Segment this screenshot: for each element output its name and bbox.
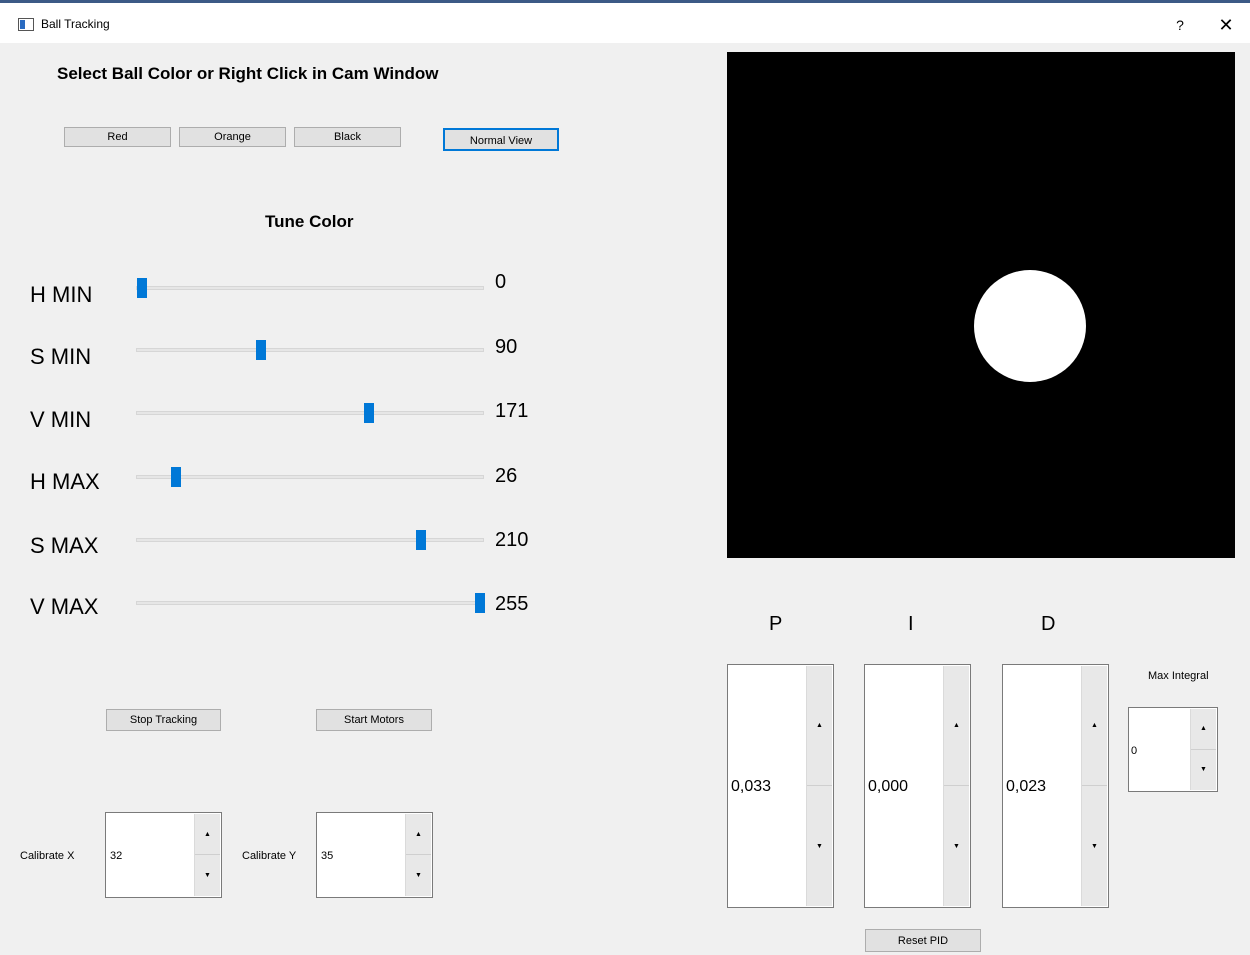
slider-handle[interactable]: [416, 530, 426, 550]
i-value[interactable]: 0,000: [868, 778, 908, 796]
p-spinbox[interactable]: 0,033 ▲ ▼: [727, 664, 834, 908]
color-select-heading: Select Ball Color or Right Click in Cam …: [57, 64, 439, 83]
increment-button[interactable]: ▲: [1082, 666, 1107, 786]
h-min-value: 0: [495, 271, 507, 293]
increment-button[interactable]: ▲: [195, 814, 220, 855]
decrement-button[interactable]: ▼: [944, 786, 969, 906]
v-max-label: V MAX: [30, 594, 99, 619]
increment-button[interactable]: ▲: [406, 814, 431, 855]
window-title: Ball Tracking: [41, 17, 110, 31]
tune-color-heading: Tune Color: [265, 212, 354, 231]
s-max-slider[interactable]: [136, 530, 484, 550]
max-integral-label: Max Integral: [1148, 670, 1209, 682]
decrement-button[interactable]: ▼: [1082, 786, 1107, 906]
max-integral-spinbox[interactable]: 0 ▲ ▼: [1128, 707, 1218, 792]
s-max-label: S MAX: [30, 533, 99, 558]
s-max-value: 210: [495, 529, 529, 551]
calibrate-y-value[interactable]: 35: [321, 850, 333, 862]
h-min-label: H MIN: [30, 282, 93, 307]
calibrate-x-value[interactable]: 32: [110, 850, 122, 862]
slider-handle[interactable]: [256, 340, 266, 360]
calibrate-x-spinbox[interactable]: 32 ▲ ▼: [105, 812, 222, 898]
v-min-slider[interactable]: [136, 403, 484, 423]
decrement-button[interactable]: ▼: [195, 855, 220, 896]
increment-button[interactable]: ▲: [944, 666, 969, 786]
i-spinbox[interactable]: 0,000 ▲ ▼: [864, 664, 971, 908]
red-button[interactable]: Red: [64, 127, 171, 147]
s-min-label: S MIN: [30, 344, 92, 369]
p-value[interactable]: 0,033: [731, 778, 771, 796]
s-min-value: 90: [495, 336, 518, 358]
normal-view-button[interactable]: Normal View: [443, 128, 559, 151]
i-label: I: [908, 613, 914, 635]
d-spinbox[interactable]: 0,023 ▲ ▼: [1002, 664, 1109, 908]
decrement-button[interactable]: ▼: [1191, 749, 1216, 790]
close-button[interactable]: ✕: [1206, 10, 1246, 40]
slider-handle[interactable]: [137, 278, 147, 298]
s-min-slider[interactable]: [136, 340, 484, 360]
camera-view[interactable]: [727, 52, 1235, 558]
increment-button[interactable]: ▲: [1191, 709, 1216, 750]
decrement-button[interactable]: ▼: [807, 786, 832, 906]
d-label: D: [1041, 613, 1056, 635]
tracked-ball: [974, 270, 1086, 382]
h-min-slider[interactable]: [136, 278, 484, 298]
v-max-value: 255: [495, 593, 529, 615]
stop-tracking-button[interactable]: Stop Tracking: [106, 709, 221, 731]
decrement-button[interactable]: ▼: [406, 855, 431, 896]
black-button[interactable]: Black: [294, 127, 401, 147]
reset-pid-button[interactable]: Reset PID: [865, 929, 981, 952]
orange-button[interactable]: Orange: [179, 127, 286, 147]
slider-handle[interactable]: [364, 403, 374, 423]
slider-handle[interactable]: [475, 593, 485, 613]
calibrate-y-label: Calibrate Y: [242, 850, 297, 862]
title-bar[interactable]: [0, 3, 1250, 43]
increment-button[interactable]: ▲: [807, 666, 832, 786]
d-value[interactable]: 0,023: [1006, 778, 1046, 796]
start-motors-button[interactable]: Start Motors: [316, 709, 432, 731]
max-integral-value[interactable]: 0: [1131, 745, 1137, 757]
p-label: P: [769, 613, 783, 635]
calibrate-x-label: Calibrate X: [20, 850, 75, 862]
app-icon: [18, 18, 34, 31]
h-max-label: H MAX: [30, 469, 100, 494]
h-max-slider[interactable]: [136, 467, 484, 487]
v-max-slider[interactable]: [136, 593, 485, 613]
v-min-value: 171: [495, 400, 529, 422]
v-min-label: V MIN: [30, 407, 92, 432]
slider-handle[interactable]: [171, 467, 181, 487]
calibrate-y-spinbox[interactable]: 35 ▲ ▼: [316, 812, 433, 898]
help-button[interactable]: ?: [1160, 10, 1200, 40]
h-max-value: 26: [495, 465, 518, 487]
